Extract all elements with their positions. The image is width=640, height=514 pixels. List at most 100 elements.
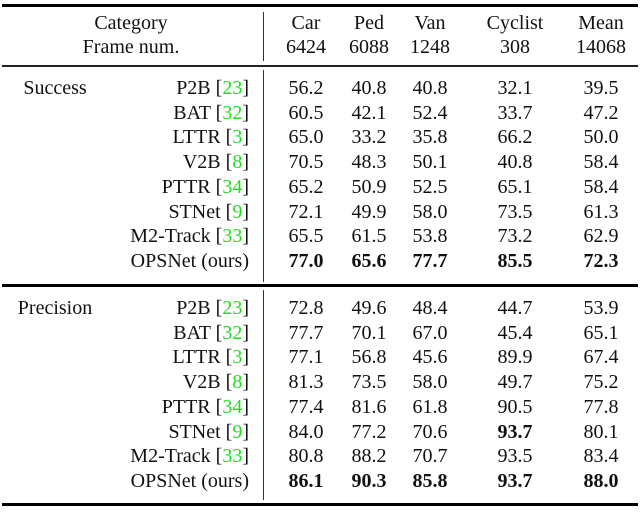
table-cell: 88.2: [351, 445, 387, 468]
table-cell: 50.1: [412, 151, 448, 174]
method-name: M2-Track [33]: [130, 445, 249, 468]
table-cell: 50.9: [351, 175, 387, 198]
table-cell: 40.8: [351, 77, 387, 99]
header-frame-num-label: Frame num.: [82, 36, 180, 58]
table-cell: 77.7: [412, 249, 448, 272]
method-label: STNet: [168, 200, 221, 223]
table-cell: 61.5: [351, 225, 387, 248]
header-category-label: Category: [94, 12, 168, 34]
table-cell: 33.2: [351, 126, 387, 149]
table-cell: 45.4: [497, 321, 533, 344]
citation-link[interactable]: 32: [222, 322, 242, 344]
citation-link[interactable]: 8: [232, 151, 242, 173]
table-cell: 77.0: [288, 249, 324, 272]
table-cell: 58.4: [583, 175, 619, 198]
citation-link[interactable]: 33: [222, 225, 242, 247]
citation-link[interactable]: 33: [222, 445, 242, 467]
section-rule: [2, 284, 638, 287]
column-frame-count: 308: [500, 36, 530, 58]
table-cell: 65.2: [288, 175, 324, 198]
table-cell: 47.2: [583, 101, 619, 124]
method-label: PTTR: [161, 175, 211, 198]
citation-link[interactable]: 3: [232, 346, 242, 368]
method-label: BAT: [173, 101, 211, 124]
table-cell: 89.9: [497, 346, 533, 369]
citation-link[interactable]: 34: [222, 396, 242, 418]
method-label: LTTR: [172, 346, 221, 369]
table-cell: 48.3: [351, 151, 387, 174]
table-cell: 73.2: [497, 225, 533, 248]
column-header-cyclist: Cyclist: [486, 12, 544, 34]
method-name: BAT [32]: [173, 101, 249, 124]
table-cell: 86.1: [288, 469, 324, 492]
table-cell: 70.1: [351, 321, 387, 344]
method-name: OPSNet (ours): [131, 249, 249, 273]
table-cell: 42.1: [351, 101, 387, 124]
method-name: LTTR [3]: [172, 346, 250, 369]
table-cell: 32.1: [497, 77, 533, 99]
table-cell: 65.5: [288, 225, 324, 248]
table-cell: 53.8: [412, 225, 448, 248]
table-cell: 56.8: [351, 346, 387, 369]
citation-link[interactable]: 23: [222, 297, 242, 319]
method-label: V2B: [182, 151, 221, 174]
table-cell: 90.3: [351, 469, 387, 492]
table-cell: 77.2: [351, 420, 387, 443]
method-name: LTTR [3]: [172, 126, 250, 149]
table-cell: 33.7: [497, 101, 533, 124]
method-label: P2B: [176, 297, 211, 319]
table-cell: 88.0: [583, 469, 619, 492]
table-cell: 70.5: [288, 151, 324, 174]
citation-link[interactable]: 3: [232, 126, 242, 148]
table-cell: 93.7: [497, 469, 533, 492]
method-label: BAT: [173, 321, 211, 344]
table-cell: 65.6: [351, 249, 387, 272]
citation-link[interactable]: 9: [232, 201, 242, 223]
table-cell: 40.8: [412, 77, 448, 99]
citation-link[interactable]: 8: [232, 371, 242, 393]
column-divider: [263, 290, 265, 500]
citation-link[interactable]: 23: [222, 77, 242, 99]
table-cell: 70.6: [412, 420, 448, 443]
citation-link[interactable]: 34: [222, 176, 242, 198]
column-frame-count: 6088: [349, 36, 389, 58]
table-cell: 67.0: [412, 321, 448, 344]
column-frame-count: 1248: [410, 36, 450, 58]
table-cell: 45.6: [412, 346, 448, 369]
method-name: PTTR [34]: [161, 395, 249, 418]
method-name: V2B [8]: [182, 371, 249, 394]
table-cell: 81.3: [288, 371, 324, 394]
table-cell: 85.5: [497, 249, 533, 272]
table-cell: 73.5: [351, 371, 387, 394]
table-cell: 93.7: [497, 420, 533, 443]
table-cell: 90.5: [497, 395, 533, 418]
table-cell: 49.7: [497, 371, 533, 394]
method-name: STNet [9]: [168, 200, 249, 223]
bottom-rule: [2, 503, 638, 506]
table-cell: 58.4: [583, 151, 619, 174]
table-cell: 65.1: [583, 321, 619, 344]
table-cell: 58.0: [412, 371, 448, 394]
table-cell: 77.7: [288, 321, 324, 344]
column-frame-count: 6424: [286, 36, 326, 58]
table-cell: 60.5: [288, 101, 324, 124]
table-cell: 56.2: [288, 77, 324, 99]
citation-link[interactable]: 9: [232, 421, 242, 443]
table-cell: 61.8: [412, 395, 448, 418]
table-cell: 52.5: [412, 175, 448, 198]
method-name: P2B [23]: [176, 77, 249, 99]
method-name: BAT [32]: [173, 321, 249, 344]
table-cell: 65.0: [288, 126, 324, 149]
table-cell: 48.4: [412, 297, 448, 319]
method-name: OPSNet (ours): [131, 469, 249, 493]
section-label-precision: Precision: [17, 297, 93, 319]
column-header-ped: Ped: [354, 12, 384, 34]
citation-link[interactable]: 32: [222, 102, 242, 124]
column-frame-count: 14068: [576, 36, 626, 58]
table-cell: 65.1: [497, 175, 533, 198]
table-cell: 52.4: [412, 101, 448, 124]
table-cell: 39.5: [583, 77, 619, 99]
table-cell: 35.8: [412, 126, 448, 149]
table-cell: 72.8: [288, 297, 324, 319]
table-cell: 67.4: [583, 346, 619, 369]
